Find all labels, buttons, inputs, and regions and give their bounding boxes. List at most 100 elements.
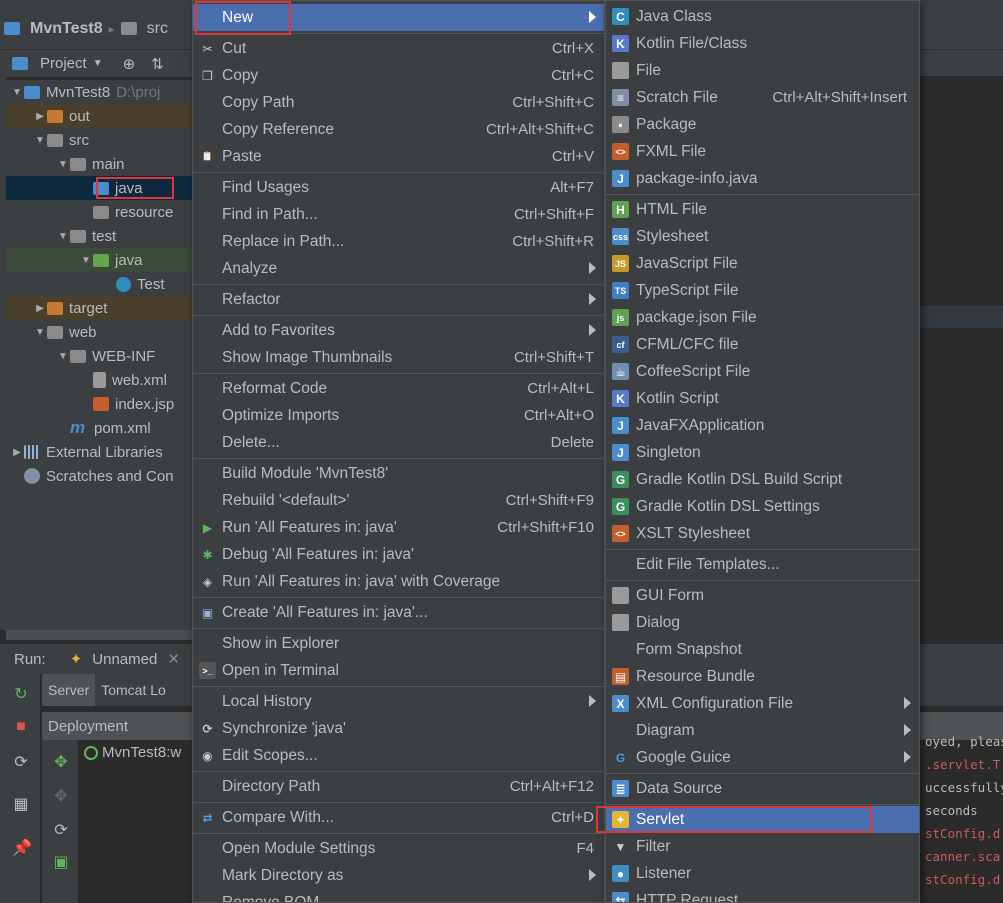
menu-item-create-all-features-in-java[interactable]: ▣ Create 'All Features in: java'... xyxy=(193,599,604,626)
menu-item-directory-path[interactable]: Directory Path Ctrl+Alt+F12 xyxy=(193,773,604,800)
menu-item-javascript-file[interactable]: JS JavaScript File xyxy=(606,250,919,277)
tree-item-resource[interactable]: resource xyxy=(6,200,192,224)
menu-item-dialog[interactable]: Dialog xyxy=(606,609,919,636)
menu-item-package[interactable]: ▪ Package xyxy=(606,111,919,138)
menu-item-scratch-file[interactable]: ≡ Scratch File Ctrl+Alt+Shift+Insert xyxy=(606,84,919,111)
menu-item-compare-with[interactable]: ⇄ Compare With... Ctrl+D xyxy=(193,804,604,831)
menu-item-javafxapplication[interactable]: J JavaFXApplication xyxy=(606,412,919,439)
chevron-down-icon[interactable]: ▼ xyxy=(93,58,103,69)
tree-item-java[interactable]: ▼ java xyxy=(6,248,192,272)
menu-item-package-info-java[interactable]: Jpackage-info.java xyxy=(606,165,919,192)
menu-item-run-all-features-in-java-with-coverage[interactable]: ◈ Run 'All Features in: java' with Covera… xyxy=(193,568,604,595)
menu-item-refactor[interactable]: Refactor xyxy=(193,286,604,313)
menu-item-typescript-file[interactable]: TS TypeScript File xyxy=(606,277,919,304)
expand-arrow-icon[interactable]: ▼ xyxy=(10,87,24,98)
menu-item-package-json-file[interactable]: js package.json File xyxy=(606,304,919,331)
expand-arrow-icon[interactable]: ▶ xyxy=(33,111,47,122)
tab-tomcat-log[interactable]: Tomcat Lo xyxy=(95,674,172,706)
expand-arrow-icon[interactable]: ▼ xyxy=(33,135,47,146)
menu-item-delete[interactable]: Delete... Delete xyxy=(193,429,604,456)
deployment-item[interactable]: MvnTest8:w xyxy=(84,744,181,761)
horizontal-scrollbar[interactable] xyxy=(6,630,192,640)
menu-item-java-class[interactable]: C Java Class xyxy=(606,3,919,30)
menu-item-resource-bundle[interactable]: ▤ Resource Bundle xyxy=(606,663,919,690)
tree-item-index-jsp[interactable]: index.jsp xyxy=(6,392,192,416)
layout-icon[interactable]: ▦ xyxy=(12,794,30,813)
menu-item-servlet[interactable]: ✦ Servlet xyxy=(606,806,919,833)
tree-item-web-inf[interactable]: ▼ WEB-INF xyxy=(6,344,192,368)
menu-item-cut[interactable]: ✂ Cut Ctrl+X xyxy=(193,35,604,62)
menu-item-gradle-kotlin-dsl-settings[interactable]: G Gradle Kotlin DSL Settings xyxy=(606,493,919,520)
tree-item-web[interactable]: ▼ web xyxy=(6,320,192,344)
collapse-icon[interactable]: ⇅ xyxy=(151,55,164,73)
tree-item-pom-xml[interactable]: m pom.xml xyxy=(6,416,192,440)
tree-item-java[interactable]: java xyxy=(6,176,192,200)
menu-item-optimize-imports[interactable]: Optimize Imports Ctrl+Alt+O xyxy=(193,402,604,429)
menu-item-stylesheet[interactable]: css Stylesheet xyxy=(606,223,919,250)
tree-item-external-libraries[interactable]: ▶ External Libraries xyxy=(6,440,192,464)
menu-item-run-all-features-in-java[interactable]: ▶ Run 'All Features in: java' Ctrl+Shift+F… xyxy=(193,514,604,541)
menu-item-gui-form[interactable]: GUI Form xyxy=(606,582,919,609)
menu-item-debug-all-features-in-java[interactable]: ✱ Debug 'All Features in: java' xyxy=(193,541,604,568)
menu-item-rebuild-default[interactable]: Rebuild '<default>' Ctrl+Shift+F9 xyxy=(193,487,604,514)
menu-item-kotlin-script[interactable]: K Kotlin Script xyxy=(606,385,919,412)
breadcrumb-project[interactable]: MvnTest8 xyxy=(4,20,103,38)
menu-item-mark-directory-as[interactable]: Mark Directory as xyxy=(193,862,604,889)
menu-item-xslt-stylesheet[interactable]: <> XSLT Stylesheet xyxy=(606,520,919,547)
tree-item-target[interactable]: ▶ target xyxy=(6,296,192,320)
menu-item-html-file[interactable]: H HTML File xyxy=(606,196,919,223)
menu-item-remove-bom[interactable]: Remove BOM xyxy=(193,889,604,903)
menu-item-open-in-terminal[interactable]: >_ Open in Terminal xyxy=(193,657,604,684)
project-panel-header[interactable]: Project ▼ ⊕ ⇅ xyxy=(6,50,192,78)
menu-item-cfml-cfc-file[interactable]: cf CFML/CFC file xyxy=(606,331,919,358)
undeploy-icon[interactable]: ✥ xyxy=(52,786,70,806)
menu-item-new[interactable]: New xyxy=(193,4,604,31)
redeploy-icon[interactable]: ⟳ xyxy=(52,820,70,840)
menu-item-copy-path[interactable]: Copy Path Ctrl+Shift+C xyxy=(193,89,604,116)
tab-server[interactable]: Server xyxy=(42,674,96,706)
tree-item-mvntest8[interactable]: ▼ MvnTest8 D:\proj xyxy=(6,80,192,104)
menu-item-reformat-code[interactable]: Reformat Code Ctrl+Alt+L xyxy=(193,375,604,402)
menu-item-synchronize-java[interactable]: ⟳ Synchronize 'java' xyxy=(193,715,604,742)
menu-item-diagram[interactable]: Diagram xyxy=(606,717,919,744)
expand-arrow-icon[interactable]: ▼ xyxy=(33,327,47,338)
tree-item-web-xml[interactable]: web.xml xyxy=(6,368,192,392)
expand-arrow-icon[interactable]: ▼ xyxy=(79,255,93,266)
menu-item-file[interactable]: File xyxy=(606,57,919,84)
run-config-tab[interactable]: Unnamed xyxy=(92,651,157,668)
tree-item-test[interactable]: Test xyxy=(6,272,192,296)
artifact-icon[interactable]: ▣ xyxy=(52,852,70,872)
menu-item-copy-reference[interactable]: Copy Reference Ctrl+Alt+Shift+C xyxy=(193,116,604,143)
target-icon[interactable]: ⊕ xyxy=(123,55,136,73)
expand-arrow-icon[interactable]: ▼ xyxy=(56,231,70,242)
menu-item-find-in-path[interactable]: Find in Path... Ctrl+Shift+F xyxy=(193,201,604,228)
project-tree[interactable]: ▼ MvnTest8 D:\proj ▶ out ▼ src ▼ main java resourc… xyxy=(6,80,192,640)
menu-item-singleton[interactable]: J Singleton xyxy=(606,439,919,466)
expand-arrow-icon[interactable]: ▶ xyxy=(33,303,47,314)
menu-item-build-module-mvntest8[interactable]: Build Module 'MvnTest8' xyxy=(193,460,604,487)
pin-icon[interactable]: 📌 xyxy=(12,838,32,857)
tree-item-scratches-and-con[interactable]: Scratches and Con xyxy=(6,464,192,488)
menu-item-edit-file-templates[interactable]: Edit File Templates... xyxy=(606,551,919,578)
rerun-icon[interactable]: ↻ xyxy=(12,684,30,703)
menu-item-copy[interactable]: ❐ Copy Ctrl+C xyxy=(193,62,604,89)
menu-item-paste[interactable]: 📋 Paste Ctrl+V xyxy=(193,143,604,170)
menu-item-form-snapshot[interactable]: Form Snapshot xyxy=(606,636,919,663)
menu-item-find-usages[interactable]: Find Usages Alt+F7 xyxy=(193,174,604,201)
expand-arrow-icon[interactable]: ▶ xyxy=(10,447,24,458)
menu-item-fxml-file[interactable]: <> FXML File xyxy=(606,138,919,165)
menu-item-show-image-thumbnails[interactable]: Show Image Thumbnails Ctrl+Shift+T xyxy=(193,344,604,371)
menu-item-filter[interactable]: ▼ Filter xyxy=(606,833,919,860)
tree-item-out[interactable]: ▶ out xyxy=(6,104,192,128)
menu-item-xml-configuration-file[interactable]: X XML Configuration File xyxy=(606,690,919,717)
tree-item-src[interactable]: ▼ src xyxy=(6,128,192,152)
refresh-icon[interactable]: ⟳ xyxy=(12,752,30,771)
menu-item-replace-in-path[interactable]: Replace in Path... Ctrl+Shift+R xyxy=(193,228,604,255)
deploy-icon[interactable]: ✥ xyxy=(52,752,70,772)
menu-item-analyze[interactable]: Analyze xyxy=(193,255,604,282)
menu-item-listener[interactable]: ● Listener xyxy=(606,860,919,887)
menu-item-edit-scopes[interactable]: ◉ Edit Scopes... xyxy=(193,742,604,769)
menu-item-open-module-settings[interactable]: Open Module Settings F4 xyxy=(193,835,604,862)
menu-item-google-guice[interactable]: G Google Guice xyxy=(606,744,919,771)
menu-item-add-to-favorites[interactable]: Add to Favorites xyxy=(193,317,604,344)
